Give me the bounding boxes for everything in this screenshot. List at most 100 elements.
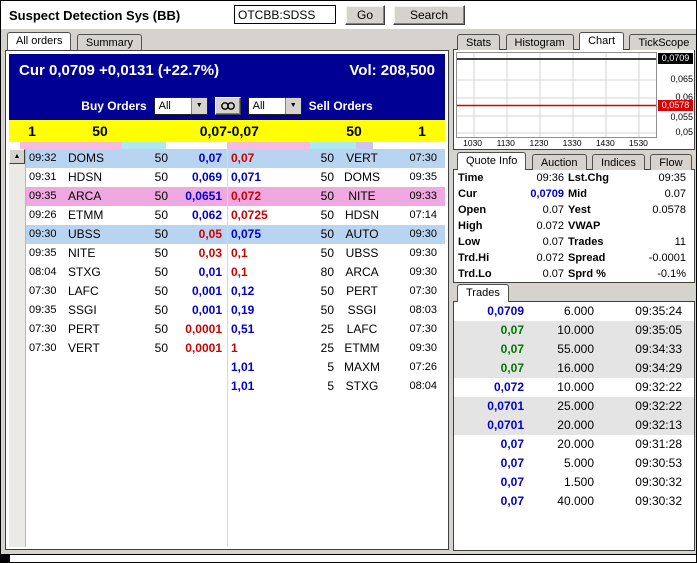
ask-row[interactable]: 0,07550AUTO09:30: [228, 225, 445, 244]
tab-stats[interactable]: Stats: [457, 34, 500, 50]
ask-row-price: 0,07: [228, 149, 290, 168]
ask-row-time: 09:30: [390, 263, 445, 282]
trade-row-size: 10.000: [524, 321, 598, 340]
trade-row[interactable]: 0,07096.00009:35:24: [454, 302, 694, 321]
ask-row[interactable]: 1,015STXG08:04: [228, 377, 445, 396]
buy-orders-label: Buy Orders: [81, 99, 146, 113]
tab-summary[interactable]: Summary: [77, 34, 142, 50]
tab-quote-info[interactable]: Quote Info: [457, 152, 526, 170]
chevron-down-icon[interactable]: ▼: [285, 98, 301, 114]
ask-row[interactable]: 0,072550HDSN07:14: [228, 206, 445, 225]
bid-row[interactable]: 09:35SSGI500,001: [26, 301, 227, 320]
link-filters-button[interactable]: [215, 97, 241, 115]
search-button[interactable]: Search: [393, 5, 465, 25]
trade-row[interactable]: 0,07210.00009:32:22: [454, 378, 694, 397]
bid-row[interactable]: 09:31HDSN500,069: [26, 168, 227, 187]
ask-row[interactable]: 0,07150DOMS09:35: [228, 168, 445, 187]
bid-row[interactable]: 08:04STXG500,01: [26, 263, 227, 282]
trade-row[interactable]: 0,0720.00009:31:28: [454, 435, 694, 454]
bid-row-time: 09:32: [26, 149, 68, 168]
quote-info-row: Cur0,0709Mid0.07: [454, 186, 694, 202]
ask-row-price: 0,075: [228, 225, 290, 244]
buy-filter-select[interactable]: All ▼: [154, 97, 208, 115]
bid-row[interactable]: 09:30UBSS500,05: [26, 225, 227, 244]
quote-info-value: -0.0001: [624, 250, 690, 266]
bid-row-size: 50: [124, 187, 168, 206]
tab-flow[interactable]: Flow: [650, 154, 691, 170]
bid-row-time: 09:30: [26, 225, 68, 244]
chart-x-label: 1430: [589, 138, 622, 148]
bid-row-time: 09:31: [26, 168, 68, 187]
ask-row-time: 07:30: [390, 282, 445, 301]
ask-row[interactable]: 125ETMM09:30: [228, 339, 445, 358]
ask-row-mm: HDSN: [334, 206, 390, 225]
ask-row[interactable]: 0,1950SSGI08:03: [228, 301, 445, 320]
ask-row[interactable]: 0,07250NITE09:33: [228, 187, 445, 206]
depth-bar-segment: [356, 142, 373, 149]
quote-info-label: Open: [458, 202, 502, 218]
ask-row[interactable]: 0,180ARCA09:30: [228, 263, 445, 282]
ask-row-mm: AUTO: [334, 225, 390, 244]
current-price-text: Cur 0,0709 +0,0131 (+22.7%): [19, 62, 219, 79]
go-button[interactable]: Go: [345, 5, 385, 25]
trade-row[interactable]: 0,0716.00009:34:29: [454, 359, 694, 378]
orderbook-scrollbar[interactable]: ▲: [9, 149, 26, 547]
bid-row-price: 0,062: [168, 206, 227, 225]
ask-row[interactable]: 0,5125LAFC07:30: [228, 320, 445, 339]
quote-info-label: Spread: [568, 250, 624, 266]
chevron-down-icon[interactable]: ▼: [191, 98, 207, 114]
ask-row-time: 09:33: [390, 187, 445, 206]
quote-info-row: Trd.Hi0.072Spread-0.0001: [454, 250, 694, 266]
bid-row[interactable]: 09:35NITE500,03: [26, 244, 227, 263]
scroll-up-button[interactable]: ▲: [9, 149, 25, 164]
trade-row[interactable]: 0,0710.00009:35:05: [454, 321, 694, 340]
bid-row-size: 50: [124, 206, 168, 225]
quote-info-panel: Time09:36Lst.Chg09:35Cur0,0709Mid0.07Ope…: [453, 169, 695, 283]
tab-histogram[interactable]: Histogram: [506, 34, 574, 50]
tab-chart[interactable]: Chart: [579, 32, 624, 50]
trade-row[interactable]: 0,075.00009:30:53: [454, 454, 694, 473]
chart-prev-close-label: 0,0578: [658, 100, 693, 111]
trade-row[interactable]: 0,070125.00009:32:22: [454, 397, 694, 416]
quote-info-value: 0.07: [624, 186, 690, 202]
trade-row[interactable]: 0,071.50009:30:32: [454, 473, 694, 492]
depth-bar-segment: [9, 142, 20, 149]
sell-filter-select[interactable]: All ▼: [248, 97, 302, 115]
app-window: Suspect Detection Sys (BB) Go Search All…: [0, 0, 697, 563]
bid-row[interactable]: 07:30LAFC500,001: [26, 282, 227, 301]
trade-row-size: 1.500: [524, 473, 598, 492]
symbol-input[interactable]: [234, 5, 336, 24]
bid-row[interactable]: 07:30PERT500,0001: [26, 320, 227, 339]
bid-row-mm: SSGI: [68, 301, 124, 320]
ask-row[interactable]: 0,150UBSS09:30: [228, 244, 445, 263]
bid-row[interactable]: 07:30VERT500,0001: [26, 339, 227, 358]
bid-row-size: 50: [124, 282, 168, 301]
trade-row-time: 09:35:24: [598, 302, 694, 321]
trade-row-price: 0,0709: [454, 302, 524, 321]
ask-row-size: 50: [290, 301, 334, 320]
chart-panel: 0,0709 0,065 0,06 0,0578 0,055 0,05 1030…: [453, 49, 695, 150]
depth-bar-segment: [227, 142, 310, 149]
quote-info-label: Sprd %: [568, 266, 624, 282]
trade-row-time: 09:30:53: [598, 454, 694, 473]
ask-row[interactable]: 0,0750VERT07:30: [228, 149, 445, 168]
quote-header: Cur 0,0709 +0,0131 (+22.7%) Vol: 208,500…: [9, 54, 445, 120]
tab-all-orders[interactable]: All orders: [7, 32, 71, 50]
trade-row[interactable]: 0,070120.00009:32:13: [454, 416, 694, 435]
tab-auction[interactable]: Auction: [532, 154, 587, 170]
bid-row[interactable]: 09:32DOMS500,07: [26, 149, 227, 168]
quote-info-value: 11: [624, 234, 690, 250]
bid-row[interactable]: 09:35ARCA500,0651: [26, 187, 227, 206]
trade-row-size: 20.000: [524, 435, 598, 454]
ask-row-mm: DOMS: [334, 168, 390, 187]
trade-row[interactable]: 0,0755.00009:34:33: [454, 340, 694, 359]
ask-row[interactable]: 1,015MAXM07:26: [228, 358, 445, 377]
tab-tickscope[interactable]: TickScope: [629, 34, 697, 50]
ask-row[interactable]: 0,1250PERT07:30: [228, 282, 445, 301]
quote-info-label: Yest: [568, 202, 624, 218]
quote-info-value: [624, 218, 690, 234]
tab-indices[interactable]: Indices: [592, 154, 645, 170]
bid-row[interactable]: 09:26ETMM500,062: [26, 206, 227, 225]
trade-row[interactable]: 0,0740.00009:30:32: [454, 492, 694, 511]
tab-trades[interactable]: Trades: [457, 284, 509, 302]
